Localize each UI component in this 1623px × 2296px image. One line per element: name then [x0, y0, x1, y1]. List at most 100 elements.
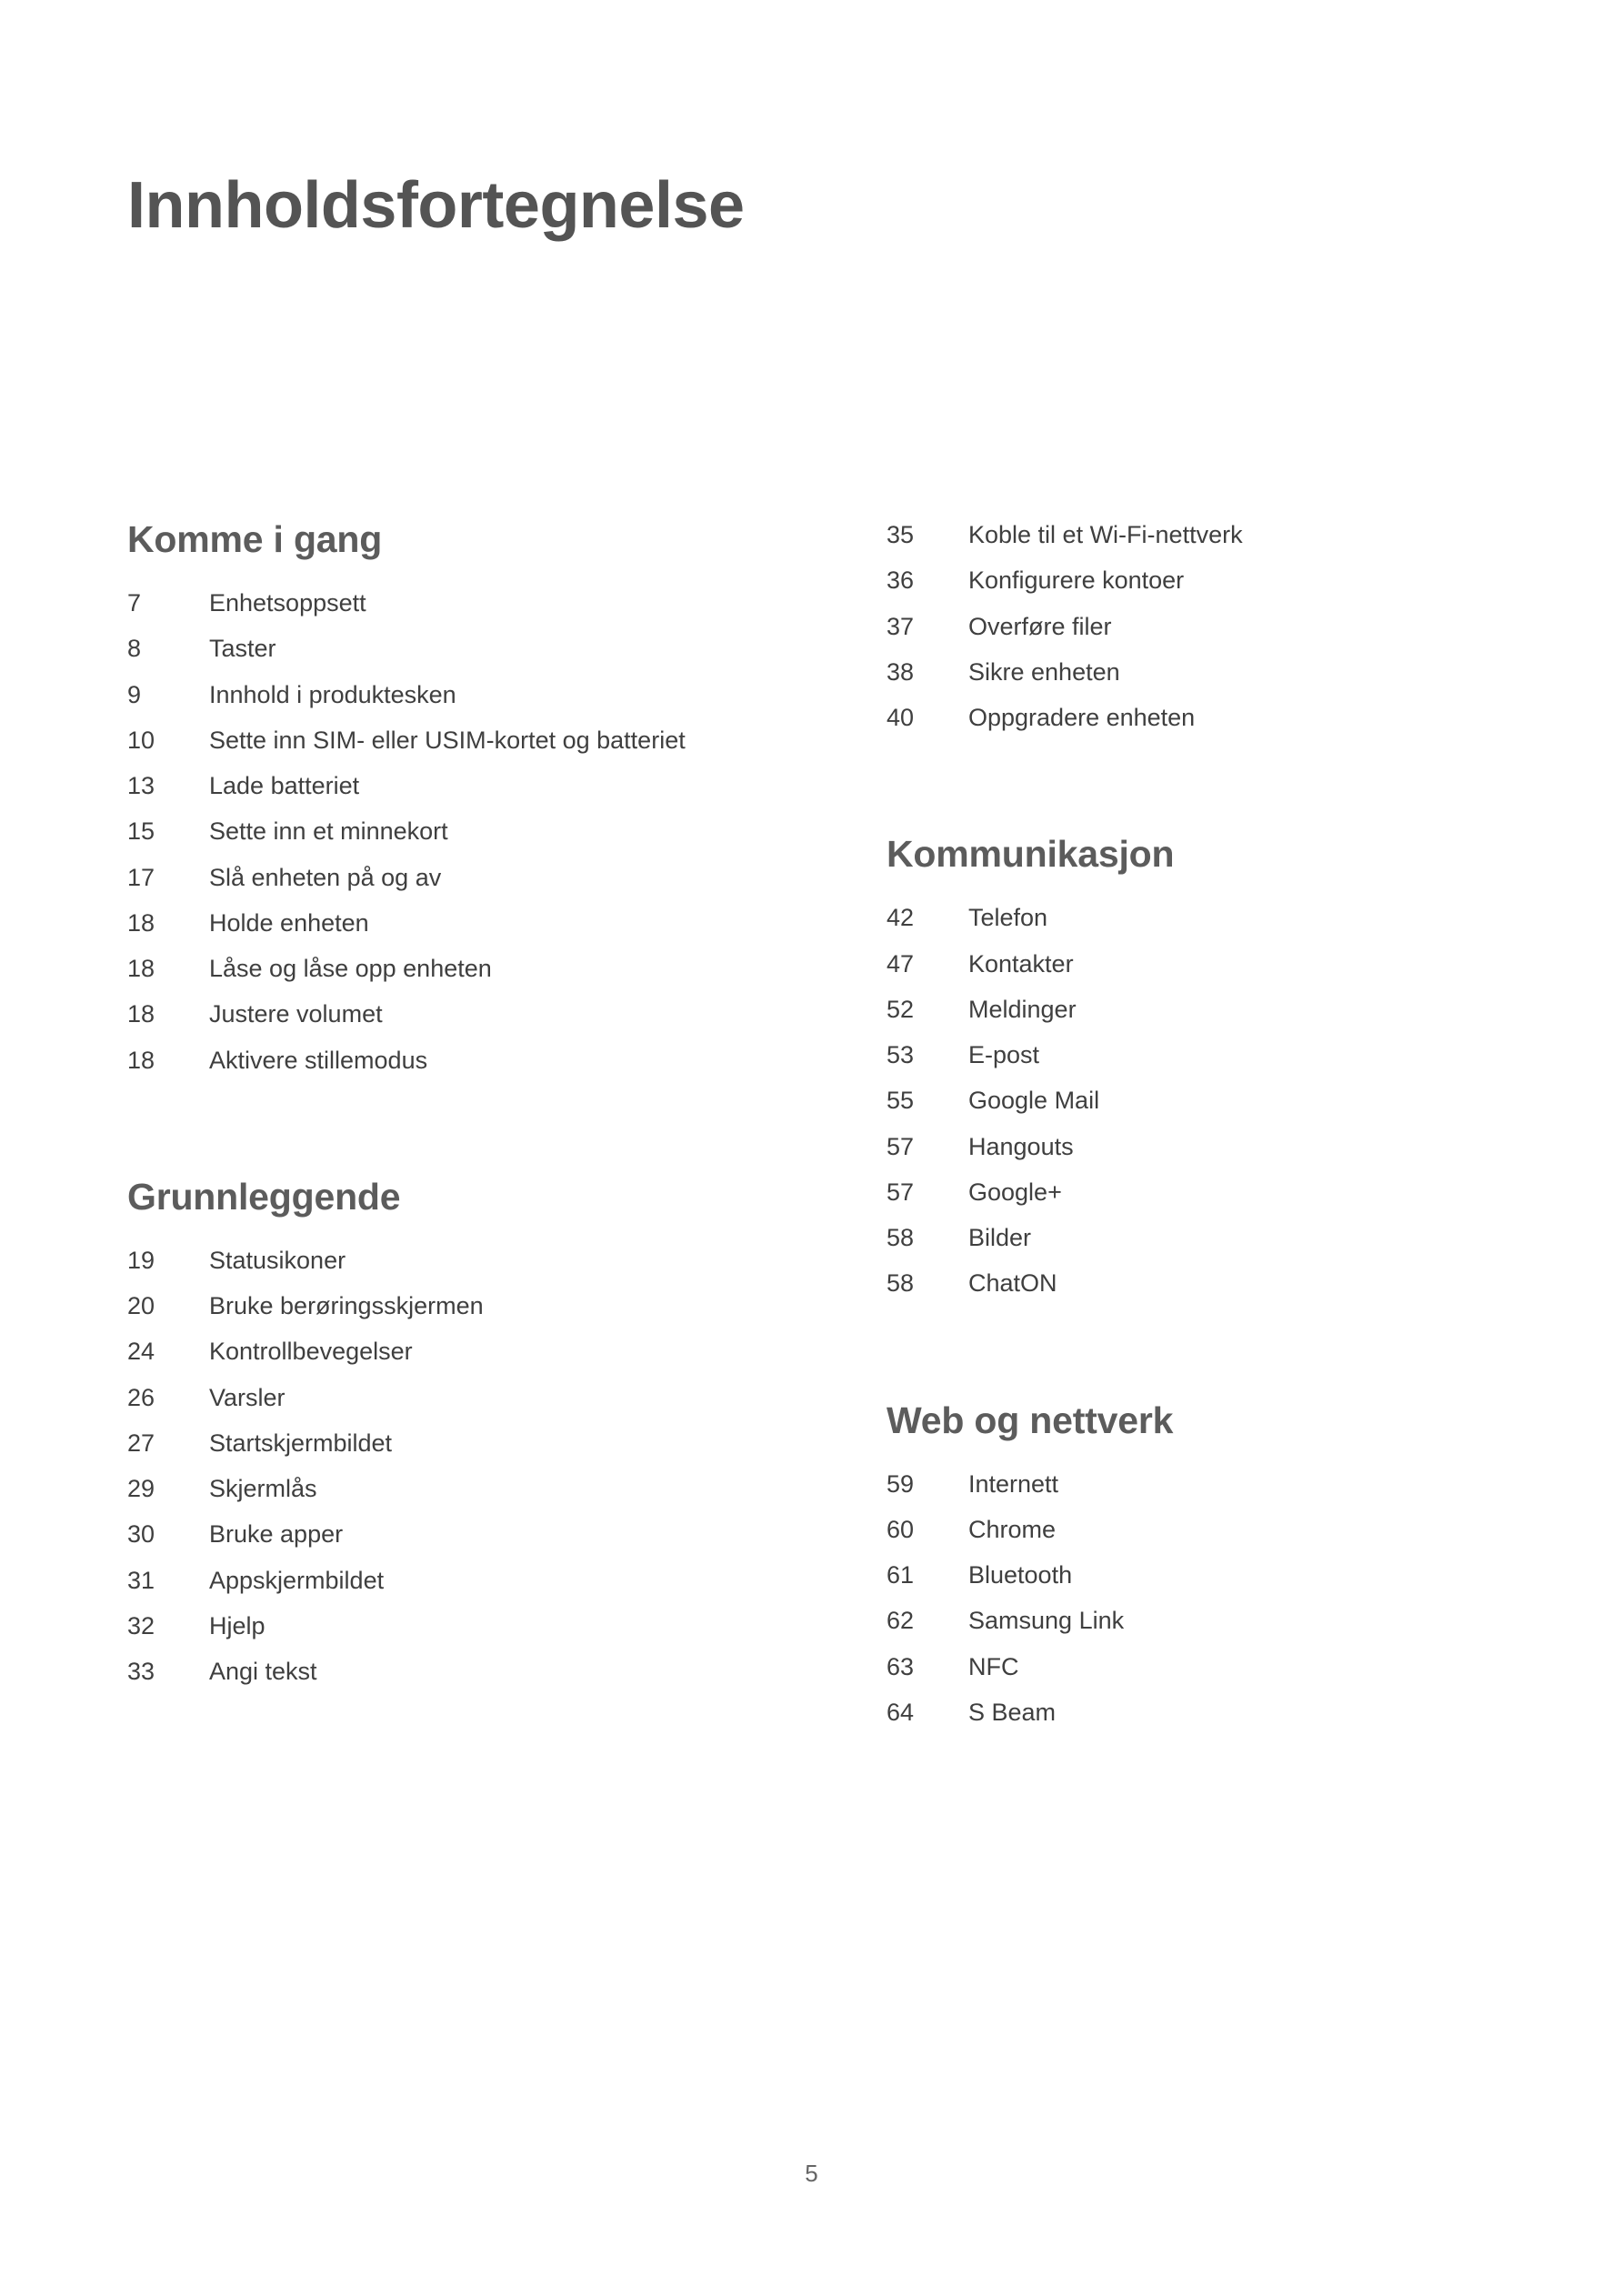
toc-entry-label: Innhold i produktesken [209, 680, 456, 708]
toc-entry-page: 8 [127, 635, 142, 663]
section-web-og-nettverk: Web og nettverk 59 Internett 60 Chrome 6… [887, 1399, 1500, 1730]
toc-entry[interactable]: 30 Bruke apper [127, 1518, 814, 1551]
toc-entry-page: 42 [887, 904, 915, 932]
toc-entry-label: Låse og låse opp enheten [209, 955, 492, 982]
toc-entry-label: Sikre enheten [968, 657, 1120, 686]
toc-entry[interactable]: 52 Meldinger [887, 993, 1500, 1027]
section-heading: Kommunikasjon [887, 833, 1175, 876]
toc-entry[interactable]: 62 Samsung Link [887, 1604, 1500, 1638]
toc-entry[interactable]: 58 ChatON [887, 1267, 1500, 1300]
toc-entry-page: 17 [127, 863, 155, 891]
toc-entry-page: 32 [127, 1611, 155, 1639]
toc-entry[interactable]: 19 Statusikoner [127, 1244, 814, 1278]
toc-entry[interactable]: 58 Bilder [887, 1221, 1500, 1255]
toc-entry-page: 57 [887, 1178, 915, 1206]
toc-entry[interactable]: 13 Lade batteriet [127, 769, 814, 803]
toc-entry-label: NFC [968, 1652, 1019, 1680]
section-heading: Grunnleggende [127, 1175, 401, 1218]
toc-entry-label: Google+ [968, 1178, 1062, 1206]
toc-entry-label: Hangouts [968, 1132, 1074, 1160]
toc-entry[interactable]: 53 E-post [887, 1038, 1500, 1072]
page-number: 5 [805, 2160, 818, 2187]
section-komme-i-gang-continued: 35 Koble til et Wi-Fi-nettverk 36 Konfig… [887, 518, 1500, 735]
toc-entry-page: 53 [887, 1041, 915, 1068]
toc-entry-page: 58 [887, 1269, 915, 1298]
toc-entry-label: Aktivere stillemodus [209, 1046, 428, 1074]
toc-entry[interactable]: 31 Appskjermbildet [127, 1564, 814, 1598]
toc-entry[interactable]: 64 S Beam [887, 1696, 1500, 1730]
toc-entry[interactable]: 26 Varsler [127, 1381, 814, 1415]
toc-entry-page: 40 [887, 704, 915, 731]
toc-entry[interactable]: 33 Angi tekst [127, 1655, 814, 1689]
toc-entry[interactable]: 36 Konfigurere kontoer [887, 564, 1500, 597]
toc-entry-page: 31 [127, 1566, 155, 1594]
toc-entry-label: Kontrollbevegelser [209, 1338, 413, 1366]
toc-entry[interactable]: 47 Kontakter [887, 947, 1500, 981]
toc-entry[interactable]: 18 Holde enheten [127, 907, 814, 940]
toc-entry-page: 52 [887, 995, 915, 1023]
section-heading: Web og nettverk [887, 1399, 1174, 1441]
toc-entry[interactable]: 37 Overføre filer [887, 610, 1500, 644]
toc-entry[interactable]: 18 Aktivere stillemodus [127, 1044, 814, 1078]
toc-entry[interactable]: 27 Startskjermbildet [127, 1427, 814, 1460]
toc-entry[interactable]: 35 Koble til et Wi-Fi-nettverk [887, 518, 1500, 552]
toc-entry[interactable]: 61 Bluetooth [887, 1559, 1500, 1592]
toc-entry-label: Bruke apper [209, 1520, 344, 1549]
toc-entry[interactable]: 60 Chrome [887, 1513, 1500, 1547]
toc-entry[interactable]: 8 Taster [127, 632, 814, 666]
toc-entry[interactable]: 57 Hangouts [887, 1130, 1500, 1164]
toc-entry-page: 64 [887, 1698, 915, 1726]
toc-entry-label: Varsler [209, 1383, 286, 1411]
toc-entry[interactable]: 40 Oppgradere enheten [887, 701, 1500, 735]
toc-entry[interactable]: 18 Justere volumet [127, 998, 814, 1031]
toc-entry-page: 13 [127, 772, 155, 799]
toc-entry-label: S Beam [968, 1698, 1057, 1726]
toc-entry[interactable]: 7 Enhetsoppsett [127, 587, 814, 620]
toc-entry-label: Google Mail [968, 1087, 1100, 1115]
toc-entry[interactable]: 59 Internett [887, 1468, 1500, 1501]
toc-entry[interactable]: 57 Google+ [887, 1176, 1500, 1209]
toc-entry[interactable]: 42 Telefon [887, 901, 1500, 935]
toc-entry-label: Hjelp [209, 1611, 265, 1639]
toc-entry[interactable]: 10 Sette inn SIM- eller USIM-kortet og b… [127, 724, 814, 757]
toc-entry-label: Angi tekst [209, 1658, 317, 1685]
toc-entry-page: 18 [127, 955, 155, 982]
toc-entry-page: 18 [127, 908, 155, 937]
toc-entry[interactable]: 18 Låse og låse opp enheten [127, 952, 814, 986]
toc-entry-label: Slå enheten på og av [209, 863, 442, 891]
toc-columns: Komme i gang 7 Enhetsoppsett 8 Taster 9 … [127, 518, 1500, 1741]
toc-entry[interactable]: 32 Hjelp [127, 1609, 814, 1643]
toc-entry-page: 27 [127, 1429, 155, 1457]
toc-entry[interactable]: 29 Skjermlås [127, 1472, 814, 1506]
toc-entry[interactable]: 17 Slå enheten på og av [127, 861, 814, 895]
toc-entry[interactable]: 38 Sikre enheten [887, 656, 1500, 689]
toc-entry-label: Taster [209, 635, 276, 663]
toc-entry[interactable]: 9 Innhold i produktesken [127, 678, 814, 712]
toc-page: Innholdsfortegnelse Komme i gang 7 Enhet… [0, 0, 1623, 2296]
toc-entry-page: 47 [887, 949, 915, 978]
toc-entry-label: Samsung Link [968, 1607, 1125, 1635]
toc-entry-page: 24 [127, 1338, 155, 1366]
toc-entry-page: 38 [887, 657, 915, 686]
toc-entry-page: 35 [887, 521, 915, 548]
toc-entry-page: 63 [887, 1652, 915, 1680]
toc-entry-page: 36 [887, 566, 915, 595]
toc-entry-page: 7 [127, 589, 142, 617]
toc-entry-label: Holde enheten [209, 908, 369, 937]
section-heading: Komme i gang [127, 518, 383, 560]
toc-entry-page: 37 [887, 612, 915, 640]
toc-entry[interactable]: 20 Bruke berøringsskjermen [127, 1289, 814, 1323]
toc-entry-page: 10 [127, 726, 155, 754]
toc-entry-page: 30 [127, 1520, 155, 1549]
toc-entry-label: Sette inn SIM- eller USIM-kortet og batt… [209, 726, 686, 754]
toc-entry-label: Appskjermbildet [209, 1566, 385, 1594]
toc-entry[interactable]: 55 Google Mail [887, 1084, 1500, 1118]
toc-entry-label: Bilder [968, 1224, 1032, 1251]
toc-entry[interactable]: 24 Kontrollbevegelser [127, 1335, 814, 1369]
toc-entry-label: Enhetsoppsett [209, 589, 366, 617]
toc-entry[interactable]: 15 Sette inn et minnekort [127, 815, 814, 848]
toc-entry[interactable]: 63 NFC [887, 1650, 1500, 1684]
